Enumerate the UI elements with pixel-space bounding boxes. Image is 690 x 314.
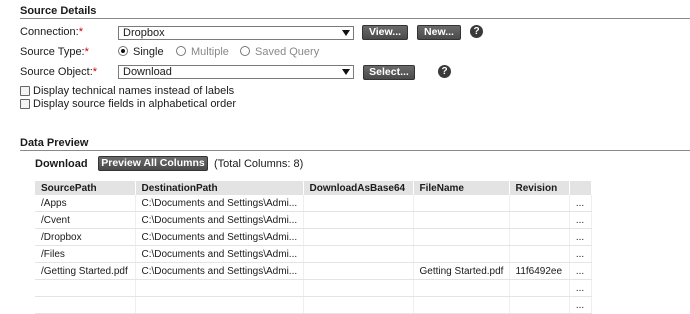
required-marker: * (78, 26, 83, 38)
technical-names-checkbox[interactable] (20, 86, 30, 96)
view-connection-button[interactable]: View... (362, 25, 408, 40)
source-details-divider (20, 18, 690, 19)
table-row[interactable]: /Apps C:\Documents and Settings\Admi.....… (35, 195, 592, 212)
table-cell: /Cvent (35, 211, 136, 229)
table-cell: 11f6492ee (509, 262, 570, 280)
table-cell (509, 195, 570, 212)
table-cell: C:\Documents and Settings\Admi... (135, 211, 304, 229)
connection-select[interactable]: Dropbox (118, 26, 354, 40)
column-header[interactable]: SourcePath (35, 181, 136, 195)
table-cell (303, 228, 414, 246)
dropdown-arrow-icon (342, 69, 350, 75)
table-cell (413, 228, 510, 246)
table-cell: /Apps (35, 195, 136, 212)
table-cell (303, 279, 414, 297)
column-header[interactable]: Revision (509, 181, 570, 195)
new-connection-button[interactable]: New... (417, 25, 461, 40)
total-columns-count: (Total Columns: 8) (214, 158, 304, 170)
table-cell: /Getting Started.pdf (35, 262, 136, 280)
table-cell (413, 245, 510, 263)
table-cell (35, 296, 136, 314)
row-more-cell[interactable]: ... (569, 245, 592, 263)
table-cell (303, 195, 414, 212)
table-cell (35, 279, 136, 297)
table-cell (303, 296, 414, 314)
table-cell: C:\Documents and Settings\Admi... (135, 262, 304, 280)
table-cell (509, 245, 570, 263)
column-header[interactable]: FileName (413, 181, 510, 195)
table-cell: C:\Documents and Settings\Admi... (135, 245, 304, 263)
row-more-cell[interactable]: ... (569, 262, 592, 280)
source-object-select-value: Download (123, 66, 172, 78)
table-cell: C:\Documents and Settings\Admi... (135, 228, 304, 246)
source-type-multiple-label: Multiple (191, 46, 229, 58)
preview-all-columns-button[interactable]: Preview All Columns (98, 156, 208, 171)
table-cell (509, 228, 570, 246)
connection-help-icon[interactable]: ? (470, 25, 483, 38)
table-header-row: SourcePath DestinationPath DownloadAsBase6… (35, 181, 592, 195)
column-header[interactable]: DownloadAsBase64 (303, 181, 414, 195)
table-cell (413, 211, 510, 229)
table-cell (135, 296, 304, 314)
source-type-single-label: Single (133, 46, 164, 58)
source-object-select[interactable]: Download (118, 65, 354, 79)
required-marker: * (84, 46, 89, 58)
table-row[interactable]: /Dropbox C:\Documents and Settings\Admi..… (35, 228, 592, 246)
row-more-cell[interactable]: ... (569, 296, 592, 314)
alphabetical-order-label: Display source fields in alphabetical or… (33, 98, 236, 110)
preview-object-name: Download (35, 158, 88, 170)
table-cell (413, 195, 510, 212)
alphabetical-order-checkbox[interactable] (20, 99, 30, 109)
source-type-saved-query-label: Saved Query (255, 46, 320, 58)
connection-select-value: Dropbox (123, 27, 165, 39)
source-type-saved-query-radio[interactable] (240, 46, 250, 56)
table-cell (303, 211, 414, 229)
source-object-label: Source Object:* (20, 66, 98, 78)
table-cell (303, 262, 414, 280)
table-cell (509, 211, 570, 229)
source-type-multiple-radio[interactable] (176, 46, 186, 56)
table-row[interactable]: /Getting Started.pdf C:\Documents and Set… (35, 262, 592, 280)
table-row[interactable]: ... (35, 296, 592, 314)
row-more-cell[interactable]: ... (569, 279, 592, 297)
source-type-label: Source Type:* (20, 46, 89, 58)
row-more-cell[interactable]: ... (569, 211, 592, 229)
table-body: /Apps C:\Documents and Settings\Admi.....… (35, 195, 592, 314)
table-cell (509, 296, 570, 314)
technical-names-label: Display technical names instead of label… (33, 85, 235, 97)
data-preview-divider (20, 150, 690, 151)
data-preview-table: SourcePath DestinationPath DownloadAsBase6… (35, 181, 592, 314)
row-more-cell[interactable]: ... (569, 195, 592, 212)
table-row[interactable]: /Files C:\Documents and Settings\Admi....… (35, 245, 592, 263)
table-row[interactable]: ... (35, 279, 592, 297)
data-preview-title: Data Preview (20, 137, 89, 149)
table-cell (413, 296, 510, 314)
column-header[interactable]: DestinationPath (135, 181, 304, 195)
dropdown-arrow-icon (342, 30, 350, 36)
table-cell: Getting Started.pdf (413, 262, 510, 280)
source-type-single-radio[interactable] (118, 46, 128, 56)
connection-label: Connection:* (20, 26, 83, 38)
table-cell (413, 279, 510, 297)
table-cell (509, 279, 570, 297)
select-source-object-button[interactable]: Select... (363, 65, 415, 80)
table-cell: C:\Documents and Settings\Admi... (135, 195, 304, 212)
column-header[interactable] (569, 181, 592, 195)
row-more-cell[interactable]: ... (569, 228, 592, 246)
table-cell: /Files (35, 245, 136, 263)
required-marker: * (92, 66, 98, 78)
table-cell: /Dropbox (35, 228, 136, 246)
source-details-title: Source Details (20, 5, 97, 17)
table-cell (135, 279, 304, 297)
table-cell (303, 245, 414, 263)
source-object-help-icon[interactable]: ? (438, 65, 451, 78)
table-row[interactable]: /Cvent C:\Documents and Settings\Admi....… (35, 211, 592, 229)
